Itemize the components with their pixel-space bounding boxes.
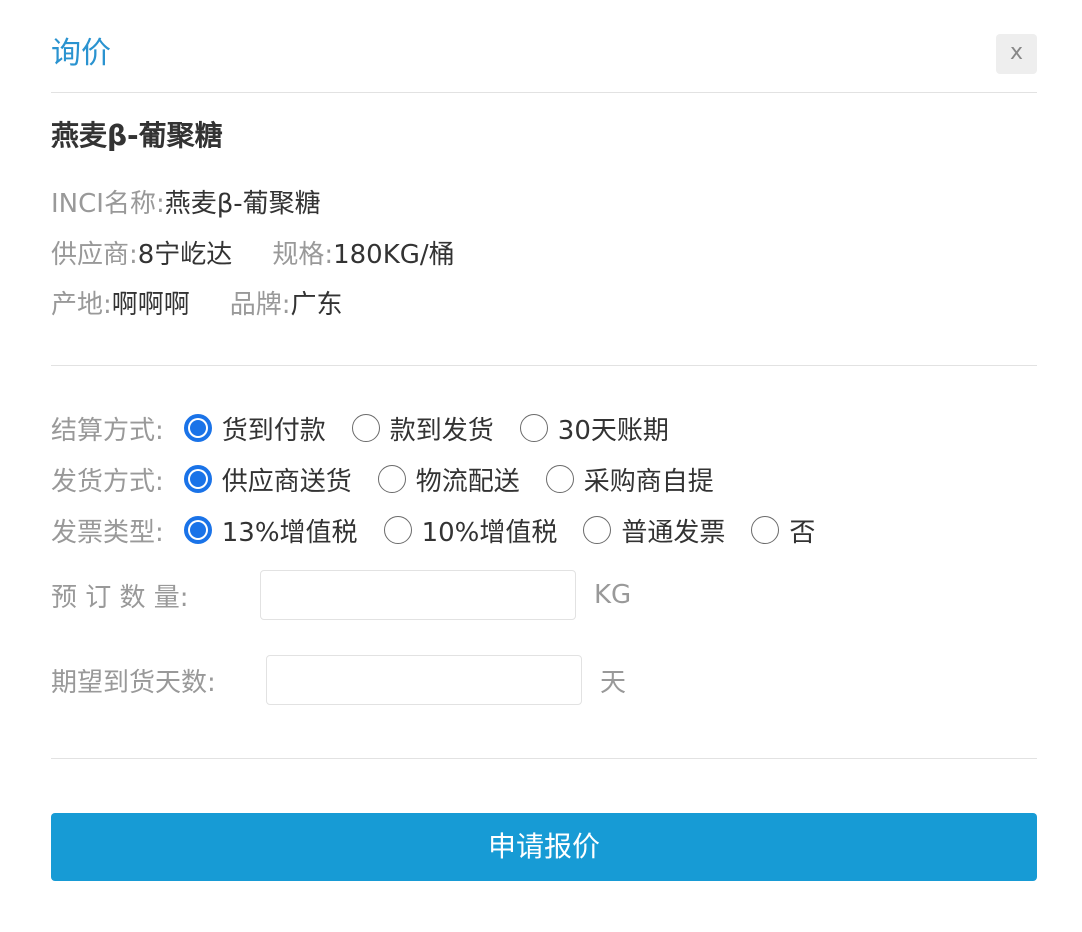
radio-unchecked-icon[interactable]: [519, 414, 548, 442]
close-button[interactable]: x: [996, 34, 1037, 74]
quantity-input[interactable]: [260, 570, 576, 620]
inci-line: INCI名称:燕麦β-葡聚糖: [51, 186, 321, 222]
divider-top: [51, 365, 1037, 366]
invoice-option-10vat[interactable]: 10%增值税: [383, 512, 557, 549]
supplier-spec-line: 供应商:8宁屹达 规格:180KG/桶: [51, 237, 455, 273]
origin-label: 产地:: [51, 290, 112, 320]
delivery-option-supplier[interactable]: 供应商送货: [183, 461, 352, 498]
invoice-row: 发票类型: 13%增值税 10%增值税 普通发票 否: [51, 510, 841, 550]
inquiry-dialog: 询价 x 燕麦β-葡聚糖 INCI名称:燕麦β-葡聚糖 供应商:8宁屹达 规格:1…: [0, 0, 1082, 932]
radio-unchecked-icon[interactable]: [545, 465, 574, 493]
delivery-option-logistics[interactable]: 物流配送: [377, 461, 520, 498]
settlement-option-prepay[interactable]: 款到发货: [351, 410, 494, 447]
supplier-value: 8宁屹达: [137, 240, 233, 270]
quantity-row: 预 订 数 量: KG: [51, 570, 631, 620]
brand-value: 广东: [290, 290, 343, 320]
radio-unchecked-icon[interactable]: [383, 516, 412, 544]
radio-unchecked-icon[interactable]: [351, 414, 380, 442]
invoice-option-normal[interactable]: 普通发票: [583, 512, 725, 549]
spec-value: 180KG/桶: [333, 240, 455, 270]
brand-label: 品牌:: [229, 290, 291, 320]
arrival-days-unit: 天: [600, 667, 627, 698]
settlement-label: 结算方式:: [51, 415, 164, 446]
radio-checked-icon[interactable]: [183, 414, 212, 442]
quantity-label: 预 订 数 量:: [51, 582, 189, 613]
delivery-row: 发货方式: 供应商送货 物流配送 采购商自提: [51, 459, 740, 499]
delivery-option-pickup[interactable]: 采购商自提: [545, 461, 714, 498]
supplier-label: 供应商:: [51, 240, 138, 270]
radio-unchecked-icon[interactable]: [377, 465, 406, 493]
invoice-label: 发票类型:: [51, 517, 164, 548]
quantity-unit: KG: [594, 580, 632, 610]
dialog-header: 询价 x: [51, 0, 1037, 93]
arrival-days-row: 期望到货天数: 天: [51, 655, 626, 705]
dialog-title: 询价: [51, 36, 111, 71]
divider-bottom: [51, 758, 1037, 759]
settlement-option-30days[interactable]: 30天账期: [519, 410, 669, 447]
invoice-option-none[interactable]: 否: [751, 512, 815, 549]
delivery-label: 发货方式:: [51, 466, 164, 497]
settlement-row: 结算方式: 货到付款 款到发货 30天账期: [51, 408, 695, 448]
spec-label: 规格:: [272, 240, 334, 270]
origin-value: 啊啊啊: [111, 290, 190, 320]
arrival-days-label: 期望到货天数:: [51, 667, 216, 698]
radio-checked-icon[interactable]: [183, 465, 212, 493]
inci-label: INCI名称:: [51, 189, 165, 219]
inci-value: 燕麦β-葡聚糖: [164, 189, 321, 219]
radio-checked-icon[interactable]: [183, 516, 212, 544]
origin-brand-line: 产地:啊啊啊 品牌:广东: [51, 287, 343, 323]
invoice-option-13vat[interactable]: 13%增值税: [183, 512, 358, 549]
submit-quote-button[interactable]: 申请报价: [51, 813, 1037, 881]
settlement-option-cod[interactable]: 货到付款: [183, 410, 326, 447]
arrival-days-input[interactable]: [266, 655, 582, 705]
radio-unchecked-icon[interactable]: [751, 516, 780, 544]
product-name: 燕麦β-葡聚糖: [51, 119, 223, 152]
radio-unchecked-icon[interactable]: [583, 516, 612, 544]
